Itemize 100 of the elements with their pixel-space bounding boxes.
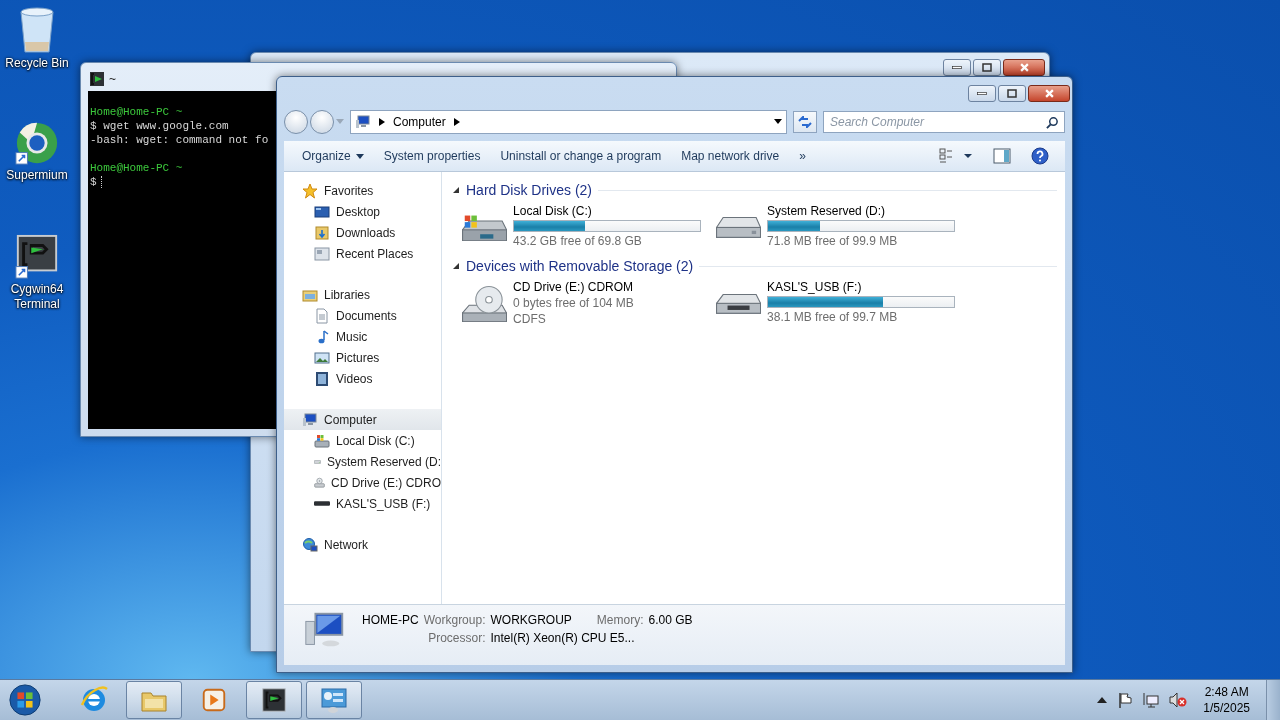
- globe-icon: [14, 120, 60, 166]
- minimize-icon: [952, 66, 962, 69]
- preview-pane-icon[interactable]: [993, 148, 1011, 164]
- maximize-icon: [1007, 89, 1017, 98]
- free-space-text: 38.1 MB free of 99.7 MB: [767, 310, 899, 324]
- more-button[interactable]: »: [791, 145, 814, 167]
- group-header[interactable]: Hard Disk Drives (2): [466, 182, 592, 198]
- forward-button[interactable]: [310, 110, 334, 134]
- recycle-bin-icon: [17, 6, 57, 54]
- free-space-text: 43.2 GB free of 69.8 GB: [513, 234, 643, 248]
- nav-item[interactable]: System Reserved (D:: [284, 451, 441, 472]
- drive-name[interactable]: System Reserved (D:): [767, 204, 956, 218]
- nav-item[interactable]: Computer: [284, 409, 441, 430]
- back-button[interactable]: [284, 110, 308, 134]
- field-label: Memory:: [596, 613, 644, 627]
- maximize-button[interactable]: [998, 85, 1026, 102]
- drive-icon: [462, 285, 508, 322]
- collapse-icon[interactable]: [452, 262, 460, 270]
- drive-name[interactable]: KASL'S_USB (F:): [767, 280, 956, 294]
- minimize-button[interactable]: [968, 85, 996, 102]
- chevron-icon: [453, 118, 460, 126]
- nav-item[interactable]: KASL'S_USB (F:): [284, 493, 441, 514]
- view-options-icon[interactable]: [939, 148, 973, 164]
- file-system-text: CDFS: [513, 312, 547, 326]
- drive-icon: [462, 214, 508, 241]
- address-bar[interactable]: Computer: [350, 110, 787, 134]
- nav-item[interactable]: Downloads: [284, 222, 441, 243]
- recent-icon: [314, 245, 330, 262]
- field-value: WORKGROUP: [490, 613, 572, 627]
- search-field[interactable]: Search Computer: [823, 111, 1065, 133]
- show-hidden-icon[interactable]: [1097, 697, 1108, 703]
- close-button[interactable]: [1028, 85, 1070, 102]
- collapse-icon[interactable]: [452, 186, 460, 194]
- drive-name[interactable]: Local Disk (C:): [513, 204, 702, 218]
- volume-muted-icon[interactable]: [1169, 692, 1188, 708]
- maximize-icon: [982, 63, 992, 72]
- field-value: 6.00 GB: [648, 613, 693, 627]
- dropdown-icon[interactable]: [774, 119, 782, 125]
- nav-item[interactable]: Recent Places: [284, 243, 441, 264]
- play-icon: [200, 686, 228, 714]
- nav-item[interactable]: Videos: [284, 368, 441, 389]
- taskbar-button[interactable]: [246, 681, 302, 719]
- refresh-button[interactable]: [793, 111, 817, 133]
- drive-icon: [716, 293, 762, 314]
- terminal-line: $ wget www.google.com: [90, 119, 229, 133]
- command-button[interactable]: Uninstall or change a program: [492, 145, 670, 167]
- downloads-icon: [314, 224, 330, 241]
- close-button[interactable]: [1003, 59, 1045, 76]
- nav-item[interactable]: Libraries: [284, 284, 441, 305]
- terminal-line: -bash: wget: command not fo: [90, 133, 269, 147]
- close-icon: [1019, 63, 1029, 72]
- network-icon[interactable]: [1143, 692, 1160, 708]
- drive-icon: [716, 217, 762, 239]
- videos-icon: [314, 370, 330, 387]
- nav-item[interactable]: Network: [284, 534, 441, 555]
- command-button[interactable]: Organize: [294, 145, 372, 167]
- free-space-text: 71.8 MB free of 99.9 MB: [767, 234, 899, 248]
- terminal-icon: [260, 686, 288, 714]
- refresh-icon: [798, 116, 812, 128]
- nav-item[interactable]: Pictures: [284, 347, 441, 368]
- breadcrumb[interactable]: Computer: [393, 115, 446, 129]
- minimize-button[interactable]: [943, 59, 971, 76]
- nav-item[interactable]: Desktop: [284, 201, 441, 222]
- help-icon[interactable]: [1031, 147, 1049, 165]
- command-button[interactable]: System properties: [375, 145, 489, 167]
- terminal-line: Home@Home-PC ~: [90, 161, 183, 175]
- usb-icon: [314, 501, 330, 506]
- minimize-icon: [977, 92, 987, 95]
- star-icon: [302, 182, 318, 199]
- caret-icon: [355, 153, 364, 159]
- flag-icon[interactable]: [1117, 692, 1134, 708]
- network-icon: [302, 536, 318, 553]
- desktop-icon-label[interactable]: Cygwin64 Terminal: [0, 282, 74, 312]
- drive-name[interactable]: CD Drive (E:) CDROM: [513, 280, 634, 294]
- field-label: Workgroup:: [423, 613, 486, 627]
- nav-item[interactable]: Local Disk (C:): [284, 430, 441, 451]
- computer-name: HOME-PC: [362, 613, 419, 627]
- command-button[interactable]: Map network drive: [673, 145, 788, 167]
- terminal-icon: [89, 71, 105, 87]
- pictures-icon: [314, 349, 330, 366]
- desktop-icon-label[interactable]: Recycle Bin: [5, 56, 69, 71]
- nav-item[interactable]: Documents: [284, 305, 441, 326]
- windisk-icon: [314, 432, 330, 449]
- caret-icon: [336, 119, 344, 125]
- terminal-icon: [14, 234, 60, 280]
- desktop-icon: [314, 203, 330, 220]
- desktop-icon-label[interactable]: Supermium: [6, 168, 68, 183]
- window-title: ~: [109, 72, 116, 86]
- maximize-button[interactable]: [973, 59, 1001, 76]
- clock[interactable]: 2:48 AM 1/5/2025: [1197, 684, 1256, 716]
- group-header[interactable]: Devices with Removable Storage (2): [466, 258, 694, 274]
- chevron-icon: [379, 118, 385, 126]
- field-value: Intel(R) Xeon(R) CPU E5...: [490, 631, 636, 645]
- terminal-line: Home@Home-PC ~: [90, 105, 183, 119]
- close-icon: [1044, 89, 1054, 98]
- nav-item[interactable]: Music: [284, 326, 441, 347]
- terminal-line: $: [90, 175, 103, 189]
- control-panel-icon: [319, 685, 349, 715]
- nav-item[interactable]: Favorites: [284, 180, 441, 201]
- nav-item[interactable]: CD Drive (E:) CDRO: [284, 472, 441, 493]
